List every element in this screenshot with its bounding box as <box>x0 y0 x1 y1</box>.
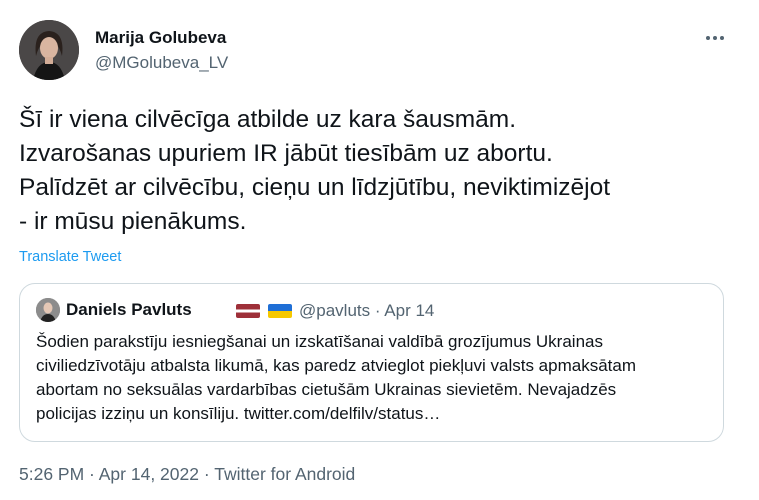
more-horizontal-icon <box>713 36 717 40</box>
more-options-button[interactable] <box>700 26 730 50</box>
quoted-text-line: civiliedzīvotāju atbalsta likumā, kas pa… <box>36 356 636 375</box>
more-horizontal-icon <box>706 36 710 40</box>
meta-separator: · <box>198 464 215 484</box>
ukraine-flag-icon <box>268 304 292 318</box>
quoted-text-line: policijas izziņu un konsīliju. twitter.c… <box>36 404 441 423</box>
tweet-text: Šī ir viena cilvēcīga atbilde uz kara ša… <box>19 103 739 239</box>
profile-photo-icon <box>19 20 79 80</box>
quoted-author-handle-date[interactable]: @pavluts · Apr 14 <box>299 301 434 321</box>
tweet-timestamp[interactable]: 5:26 PM · Apr 14, 2022 <box>19 464 199 484</box>
tweet-source[interactable]: Twitter for Android <box>214 464 355 484</box>
tweet-text-line: - ir mūsu pienākums. <box>19 208 247 235</box>
quoted-author-name[interactable]: Daniels Pavluts <box>66 300 192 320</box>
quoted-author-avatar[interactable] <box>36 298 60 322</box>
quoted-tweet[interactable]: Daniels Pavluts @pavluts · Apr 14 Šodien… <box>19 283 724 442</box>
translate-tweet-link[interactable]: Translate Tweet <box>19 249 121 265</box>
quoted-text-line: Šodien parakstīju iesniegšanai un izskat… <box>36 332 603 351</box>
tweet-text-line: Šī ir viena cilvēcīga atbilde uz kara ša… <box>19 106 517 133</box>
quoted-tweet-text: Šodien parakstīju iesniegšanai un izskat… <box>36 330 716 426</box>
author-avatar[interactable] <box>19 20 79 80</box>
more-horizontal-icon <box>720 36 724 40</box>
author-name[interactable]: Marija Golubeva <box>95 28 226 48</box>
profile-photo-icon <box>36 298 60 322</box>
author-handle[interactable]: @MGolubeva_LV <box>95 53 228 73</box>
tweet-metadata: 5:26 PM · Apr 14, 2022 · Twitter for And… <box>19 464 355 485</box>
quoted-text-line: abortam no seksuālas vardarbības cietušā… <box>36 380 617 399</box>
tweet-text-line: Palīdzēt ar cilvēcību, cieņu un līdzjūtī… <box>19 174 611 201</box>
latvia-flag-icon <box>236 304 260 318</box>
tweet-text-line: Izvarošanas upuriem IR jābūt tiesībām uz… <box>19 140 553 167</box>
